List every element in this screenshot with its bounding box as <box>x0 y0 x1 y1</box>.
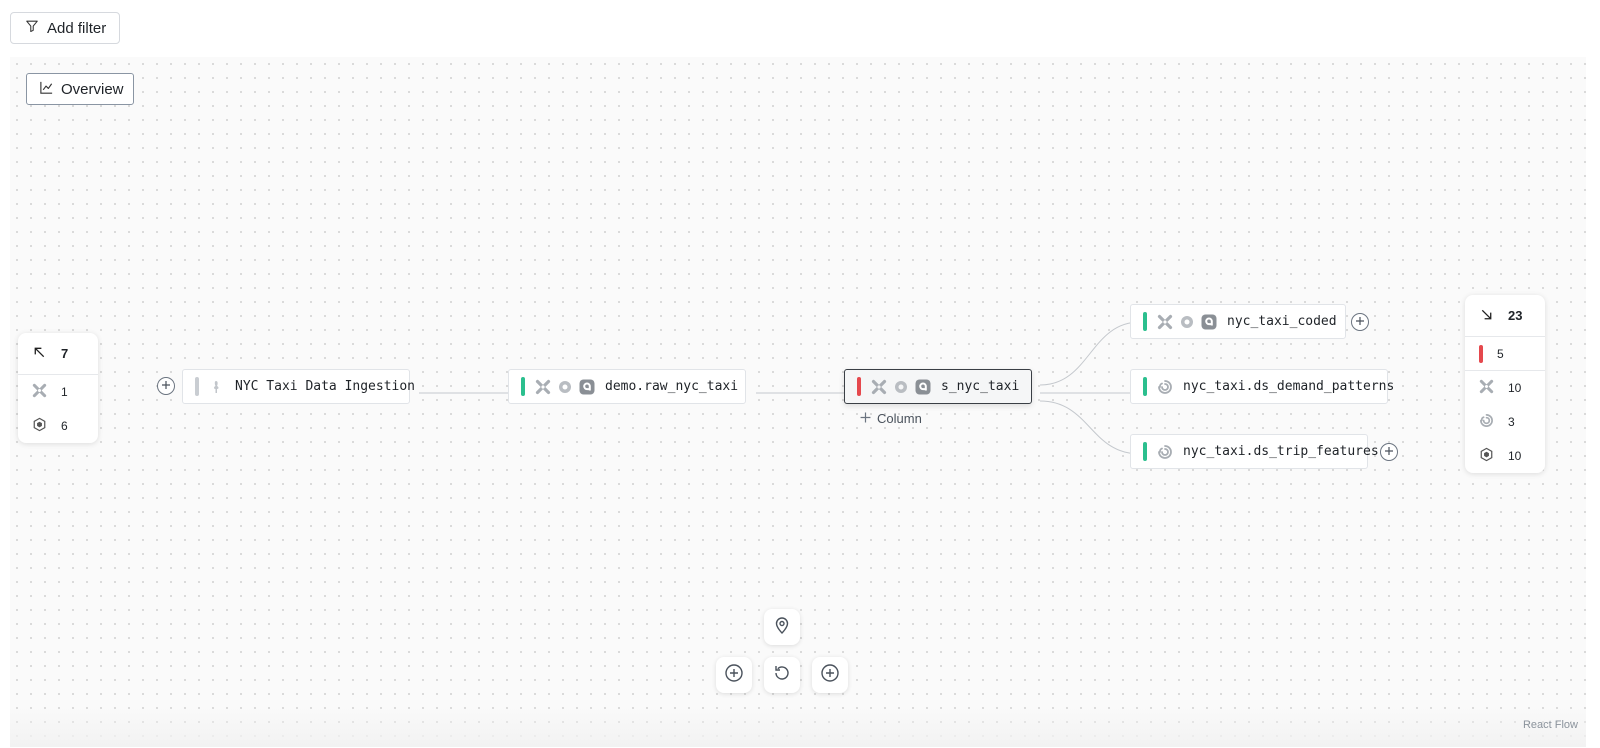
node-label: NYC Taxi Data Ingestion <box>235 379 416 394</box>
reset-view-button[interactable] <box>764 657 800 693</box>
upstream-count-row[interactable]: 7 <box>18 333 98 375</box>
expand-downstream-button[interactable] <box>1380 443 1398 461</box>
rotate-ccw-icon <box>772 663 792 688</box>
upstream-stat-value: 1 <box>61 385 68 399</box>
node-label: nyc_taxi.ds_trip_features <box>1183 444 1379 459</box>
tool-icon <box>1479 379 1494 397</box>
node-label: demo.raw_nyc_taxi <box>605 379 739 394</box>
downstream-stat-swirl[interactable]: 3 <box>1465 405 1545 439</box>
edge-selected-trip <box>1039 400 1141 455</box>
gear-icon <box>893 379 909 395</box>
node-nyc-taxi-coded[interactable]: nyc_taxi_coded <box>1130 304 1346 339</box>
a-logo-icon <box>1201 314 1217 330</box>
plus-icon <box>860 411 871 426</box>
upstream-count: 7 <box>61 346 69 361</box>
swirl-icon <box>1157 444 1173 460</box>
plus-circle-icon <box>820 663 840 688</box>
overview-label: Overview <box>61 80 124 98</box>
status-indicator-healthy <box>521 377 525 396</box>
filter-icon <box>25 19 39 37</box>
downstream-stat-model[interactable]: 10 <box>1465 439 1545 473</box>
plus-icon <box>1384 443 1394 461</box>
downstream-count: 23 <box>1508 308 1523 323</box>
lineage-canvas[interactable]: Overview NYC Taxi Data Ingestion demo.ra… <box>10 57 1586 747</box>
hexagon-icon <box>1479 447 1494 465</box>
node-label: s_nyc_taxi <box>941 379 1020 394</box>
line-chart-icon <box>39 80 54 99</box>
overview-button[interactable]: Overview <box>26 73 134 105</box>
node-label: nyc_taxi_coded <box>1227 314 1337 329</box>
downstream-stat-value: 5 <box>1497 346 1504 361</box>
downstream-stat-value: 10 <box>1508 381 1522 395</box>
hexagon-icon <box>32 417 47 435</box>
gear-icon <box>557 379 573 395</box>
status-indicator-healthy <box>1143 442 1147 461</box>
node-label: nyc_taxi.ds_demand_patterns <box>1183 379 1395 394</box>
arrow-up-left-icon <box>32 345 47 363</box>
add-filter-label: Add filter <box>47 19 107 37</box>
downstream-stat-value: 10 <box>1508 449 1522 463</box>
status-indicator-healthy <box>1143 377 1147 396</box>
status-indicator-failing <box>857 377 861 396</box>
a-logo-icon <box>579 379 595 395</box>
tool-icon <box>871 379 887 395</box>
expand-upstream-button[interactable] <box>157 377 175 395</box>
gear-icon <box>1179 314 1195 330</box>
downstream-stats-panel: 23 5 10 3 10 <box>1465 295 1545 473</box>
arrow-down-right-icon <box>1479 307 1494 325</box>
upstream-stats-panel: 7 1 6 <box>18 333 98 443</box>
map-pin-icon <box>772 615 792 640</box>
node-nyc-taxi-data-ingestion[interactable]: NYC Taxi Data Ingestion <box>182 369 415 404</box>
tool-icon <box>535 379 551 395</box>
downstream-stat-tool[interactable]: 10 <box>1465 371 1545 405</box>
upstream-stat-model[interactable]: 6 <box>18 409 98 443</box>
plus-icon <box>1355 313 1365 331</box>
a-logo-icon <box>915 379 931 395</box>
plus-icon <box>161 377 171 395</box>
locate-button[interactable] <box>764 609 800 645</box>
plus-circle-icon <box>724 663 744 688</box>
downstream-stat-value: 3 <box>1508 415 1515 429</box>
react-flow-attribution[interactable]: React Flow <box>1523 719 1578 731</box>
tool-icon <box>1157 314 1173 330</box>
downstream-count-row[interactable]: 23 <box>1465 295 1545 337</box>
zoom-in-button[interactable] <box>716 657 752 693</box>
node-s-nyc-taxi[interactable]: s_nyc_taxi <box>844 369 1032 404</box>
swirl-icon <box>1479 413 1494 431</box>
swirl-icon <box>1157 379 1173 395</box>
edge-selected-coded <box>1039 321 1141 386</box>
error-status-bar <box>1479 344 1483 363</box>
zoom-out-button[interactable] <box>812 657 848 693</box>
node-demo-raw-nyc-taxi[interactable]: demo.raw_nyc_taxi <box>508 369 746 404</box>
canvas-bottom-fade <box>10 707 1586 747</box>
upstream-stat-tool[interactable]: 1 <box>18 375 98 409</box>
expand-downstream-button[interactable] <box>1351 313 1369 331</box>
node-nyc-taxi-ds-demand-patterns[interactable]: nyc_taxi.ds_demand_patterns <box>1130 369 1394 404</box>
tool-icon <box>32 383 47 401</box>
add-column-label: Column <box>877 411 922 426</box>
add-filter-button[interactable]: Add filter <box>10 12 120 44</box>
upstream-stat-value: 6 <box>61 419 68 433</box>
downstream-stat-failing[interactable]: 5 <box>1465 337 1545 371</box>
node-nyc-taxi-ds-trip-features[interactable]: nyc_taxi.ds_trip_features <box>1130 434 1379 469</box>
airflow-icon <box>209 379 225 395</box>
status-indicator-unknown <box>195 377 199 396</box>
add-column-button[interactable]: Column <box>860 411 922 426</box>
status-indicator-healthy <box>1143 312 1147 331</box>
